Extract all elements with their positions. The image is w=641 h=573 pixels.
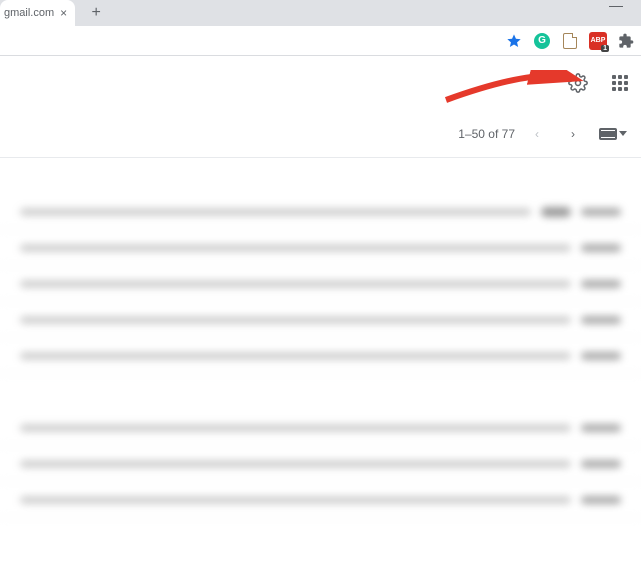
pagination-label: 1–50 of 77 — [458, 127, 515, 141]
chevron-right-icon: › — [571, 127, 575, 141]
page-next-button[interactable]: › — [559, 120, 587, 148]
table-row[interactable] — [0, 446, 641, 482]
keyboard-icon — [599, 128, 617, 140]
page-prev-button[interactable]: ‹ — [523, 120, 551, 148]
google-apps-button[interactable] — [605, 68, 635, 98]
message-list — [0, 158, 641, 518]
grammarly-icon[interactable]: G — [533, 32, 551, 50]
browser-tab-strip: gmail.com × + — [0, 0, 641, 26]
document-extension-icon[interactable] — [561, 32, 579, 50]
apps-grid-icon — [612, 75, 628, 91]
gear-icon — [568, 73, 588, 93]
annotation-arrow — [444, 70, 584, 110]
table-row[interactable] — [0, 338, 641, 374]
browser-tab[interactable]: gmail.com × — [0, 0, 75, 26]
new-tab-button[interactable]: + — [83, 0, 109, 26]
table-row[interactable] — [0, 482, 641, 518]
table-row[interactable] — [0, 266, 641, 302]
table-row[interactable] — [0, 410, 641, 446]
extensions-menu-icon[interactable] — [617, 32, 635, 50]
inbox-toolbar: 1–50 of 77 ‹ › — [0, 110, 641, 158]
window-minimize-icon[interactable] — [609, 6, 623, 7]
adblock-badge: 1 — [601, 45, 609, 52]
input-tools-button[interactable] — [595, 126, 631, 142]
browser-action-bar: G ABP 1 — [0, 26, 641, 56]
table-row[interactable] — [0, 230, 641, 266]
bookmark-star-icon[interactable] — [505, 32, 523, 50]
gmail-header — [0, 56, 641, 110]
plus-icon: + — [91, 4, 100, 22]
close-tab-icon[interactable]: × — [60, 6, 67, 20]
tab-title: gmail.com — [4, 7, 54, 19]
table-row[interactable] — [0, 302, 641, 338]
settings-button[interactable] — [563, 68, 593, 98]
adblock-icon[interactable]: ABP 1 — [589, 32, 607, 50]
chevron-down-icon — [619, 131, 627, 136]
chevron-left-icon: ‹ — [535, 127, 539, 141]
table-row[interactable] — [0, 194, 641, 230]
